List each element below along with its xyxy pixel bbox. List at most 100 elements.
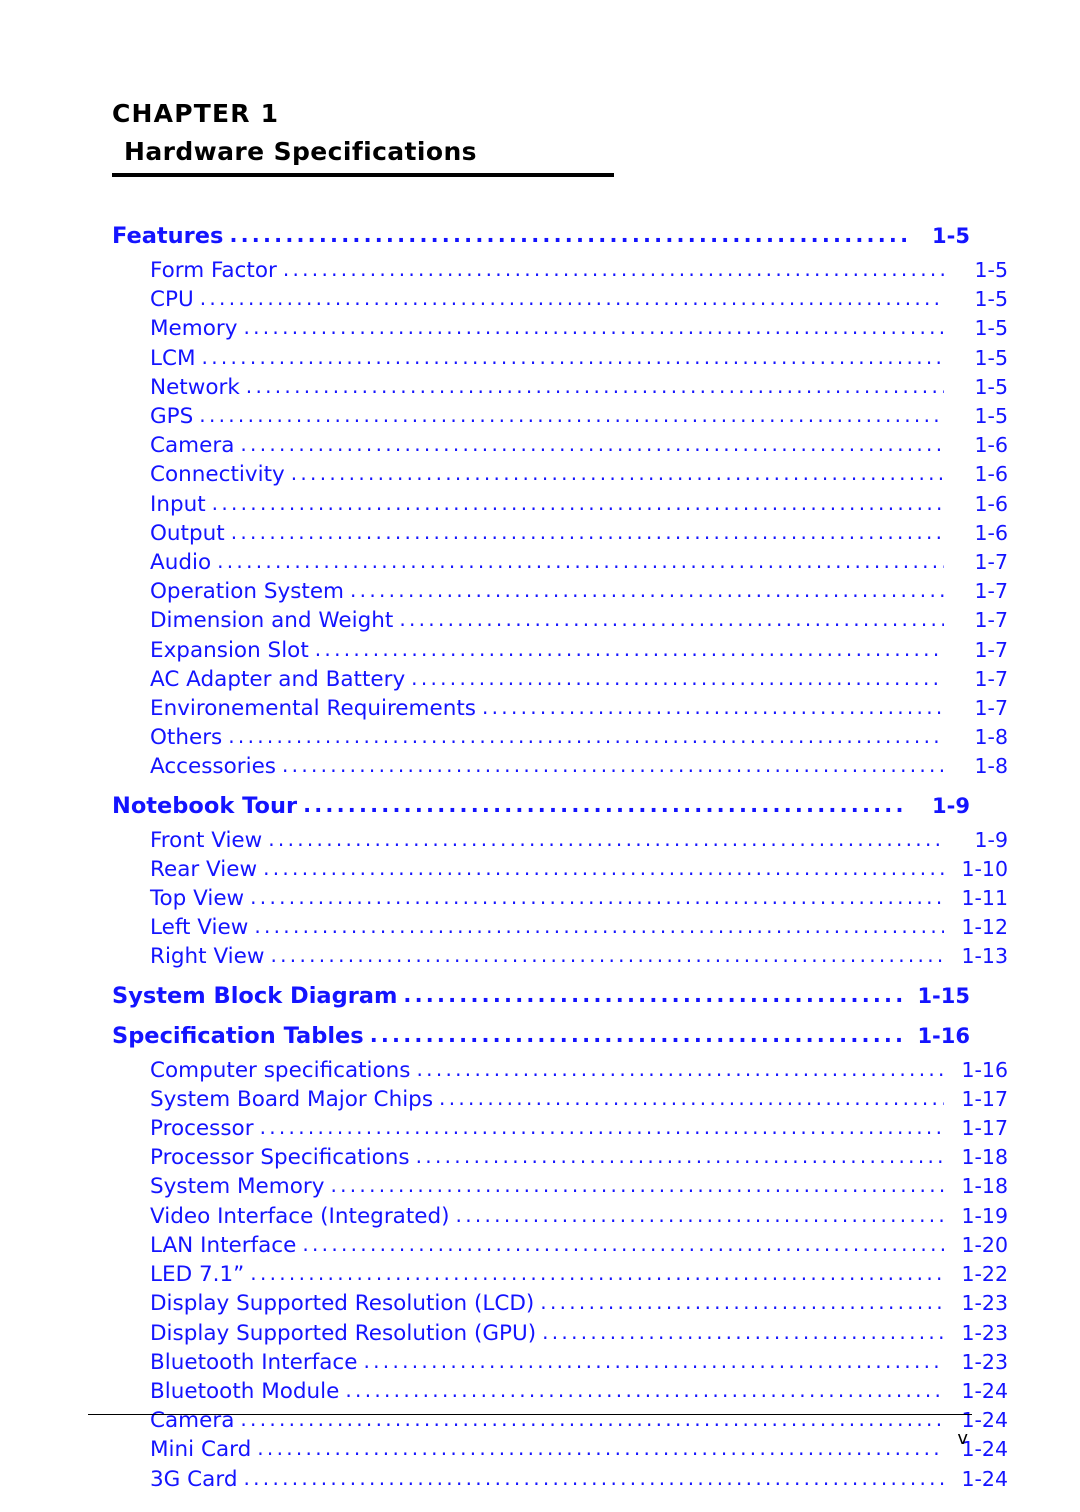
toc-entry-label: Bluetooth Module xyxy=(150,1378,340,1404)
toc-leader-dots: ........................................… xyxy=(290,461,944,486)
toc-entry[interactable]: Top View................................… xyxy=(112,884,1008,913)
toc-entry[interactable]: Rear View...............................… xyxy=(112,855,1008,884)
toc-entry[interactable]: LED 7.1”................................… xyxy=(112,1260,1008,1289)
toc-leader-dots: ........................................… xyxy=(350,578,944,603)
toc-leader-dots: ........................................… xyxy=(403,982,906,1007)
toc-entry[interactable]: Computer specifications.................… xyxy=(112,1056,1008,1085)
toc-entry-page: 1-15 xyxy=(917,983,970,1008)
toc-entry-label: Specification Tables xyxy=(112,1022,364,1049)
toc-entry[interactable]: Features................................… xyxy=(112,221,970,252)
toc-entry-page: 1-9 xyxy=(932,793,970,818)
toc-entry[interactable]: Others..................................… xyxy=(112,723,1008,752)
toc-entry[interactable]: Accessories.............................… xyxy=(112,752,1008,781)
toc-entry[interactable]: Front View..............................… xyxy=(112,826,1008,855)
toc-entry-page: 1-17 xyxy=(961,1086,1008,1111)
toc-entry-page: 1-5 xyxy=(932,224,970,248)
toc-entry[interactable]: Video Interface (Integrated)............… xyxy=(112,1202,1008,1231)
toc-entry[interactable]: Processor...............................… xyxy=(112,1114,1008,1143)
chapter-title: Hardware Specifications xyxy=(124,136,477,166)
toc-entry-page: 1-17 xyxy=(961,1116,1008,1141)
toc-leader-dots: ........................................… xyxy=(243,1465,944,1490)
toc-entry[interactable]: Notebook Tour...........................… xyxy=(112,791,970,822)
toc-entry[interactable]: System Memory...........................… xyxy=(112,1172,1008,1201)
toc-entry-label: Network xyxy=(150,374,240,400)
toc-entry[interactable]: Expansion Slot..........................… xyxy=(112,636,1008,665)
toc-entry-label: System Board Major Chips xyxy=(150,1086,434,1112)
toc-entry[interactable]: Output..................................… xyxy=(112,519,1008,548)
toc-leader-dots: ........................................… xyxy=(201,344,944,369)
toc-entry-label: Operation System xyxy=(150,579,345,605)
toc-leader-dots: ........................................… xyxy=(263,855,944,880)
toc-entry-page: 1-24 xyxy=(961,1378,1008,1403)
toc-entry[interactable]: Specification Tables....................… xyxy=(112,1021,970,1052)
toc-leader-dots: ........................................… xyxy=(314,636,944,661)
toc-entry-page: 1-5 xyxy=(974,287,1008,312)
toc-entry[interactable]: Connectivity............................… xyxy=(112,460,1008,489)
toc-leader-dots: ........................................… xyxy=(411,665,944,690)
toc-entry-label: Output xyxy=(150,520,225,546)
toc-entry-label: Right View xyxy=(150,944,265,970)
toc-entry-page: 1-22 xyxy=(961,1262,1008,1287)
toc-entry[interactable]: Environemental Requirements.............… xyxy=(112,694,1008,723)
toc-entry[interactable]: Processor Specifications................… xyxy=(112,1143,1008,1172)
toc-entry-page: 1-19 xyxy=(961,1203,1008,1228)
toc-entry[interactable]: Bluetooth Interface.....................… xyxy=(112,1348,1008,1377)
toc-leader-dots: ........................................… xyxy=(230,519,944,544)
toc-entry[interactable]: Network.................................… xyxy=(112,373,1008,402)
toc-entry[interactable]: Display Supported Resolution (GPU)......… xyxy=(112,1319,1008,1348)
toc-entry-label: LAN Interface xyxy=(150,1232,297,1258)
toc-leader-dots: ........................................… xyxy=(245,373,944,398)
toc-entry-label: Connectivity xyxy=(150,462,285,488)
toc-entry-label: LCM xyxy=(150,345,196,371)
toc-entry-label: Front View xyxy=(150,827,263,853)
toc-entry[interactable]: Input...................................… xyxy=(112,490,1008,519)
toc-entry[interactable]: Bluetooth Module........................… xyxy=(112,1377,1008,1406)
toc-leader-dots: ........................................… xyxy=(345,1377,944,1402)
toc-leader-dots: ........................................… xyxy=(254,914,944,939)
toc-entry[interactable]: Camera..................................… xyxy=(112,431,1008,460)
toc-leader-dots: ........................................… xyxy=(240,1407,944,1432)
toc-entry-label: CPU xyxy=(150,287,194,313)
toc-entry-page: 1-6 xyxy=(974,433,1008,458)
toc-entry[interactable]: Display Supported Resolution (LCD)......… xyxy=(112,1289,1008,1318)
toc-entry[interactable]: Camera..................................… xyxy=(112,1406,1008,1435)
toc-entry-label: Display Supported Resolution (GPU) xyxy=(150,1320,537,1346)
toc-entry-label: Features xyxy=(112,223,224,249)
toc-entry-label: Top View xyxy=(150,886,245,912)
toc-entry[interactable]: Memory..................................… xyxy=(112,314,1008,343)
toc-entry[interactable]: Mini Card...............................… xyxy=(112,1435,1008,1464)
toc-entry[interactable]: CPU.....................................… xyxy=(112,285,1008,314)
toc-leader-dots: ........................................… xyxy=(240,432,944,457)
toc-entry[interactable]: Form Factor.............................… xyxy=(112,256,1008,285)
toc-entry[interactable]: LAN Interface...........................… xyxy=(112,1231,1008,1260)
toc-entry[interactable]: GPS.....................................… xyxy=(112,402,1008,431)
toc-leader-dots: ........................................… xyxy=(416,1056,944,1081)
toc-entry[interactable]: AC Adapter and Battery..................… xyxy=(112,665,1008,694)
toc-entry-page: 1-11 xyxy=(961,886,1008,911)
toc-entry-page: 1-24 xyxy=(961,1408,1008,1433)
toc-entry-label: Computer specifications xyxy=(150,1057,411,1083)
toc-leader-dots: ........................................… xyxy=(455,1202,944,1227)
toc-entry[interactable]: 3G Card.................................… xyxy=(112,1465,1008,1494)
toc-leader-dots: ........................................… xyxy=(303,792,906,817)
toc-entry[interactable]: Right View..............................… xyxy=(112,942,1008,971)
toc-entry-page: 1-6 xyxy=(974,491,1008,516)
toc-entry[interactable]: Operation System........................… xyxy=(112,577,1008,606)
toc-entry-label: AC Adapter and Battery xyxy=(150,666,406,692)
toc-leader-dots: ........................................… xyxy=(415,1144,944,1169)
toc-leader-dots: ........................................… xyxy=(199,403,944,428)
toc-entry-page: 1-7 xyxy=(974,608,1008,633)
toc-leader-dots: ........................................… xyxy=(282,257,944,281)
toc-entry-label: System Memory xyxy=(150,1174,325,1200)
toc-leader-dots: ........................................… xyxy=(282,753,944,778)
toc-entry-page: 1-18 xyxy=(961,1174,1008,1199)
toc-entry[interactable]: LCM.....................................… xyxy=(112,344,1008,373)
toc-entry[interactable]: System Board Major Chips................… xyxy=(112,1085,1008,1114)
toc-entry-page: 1-8 xyxy=(974,725,1008,750)
toc-leader-dots: ........................................… xyxy=(439,1085,944,1110)
toc-entry[interactable]: Audio...................................… xyxy=(112,548,1008,577)
toc-entry[interactable]: Dimension and Weight....................… xyxy=(112,606,1008,635)
toc-entry[interactable]: System Block Diagram....................… xyxy=(112,981,970,1012)
toc-entry-label: Notebook Tour xyxy=(112,792,298,819)
toc-entry[interactable]: Left View...............................… xyxy=(112,913,1008,942)
